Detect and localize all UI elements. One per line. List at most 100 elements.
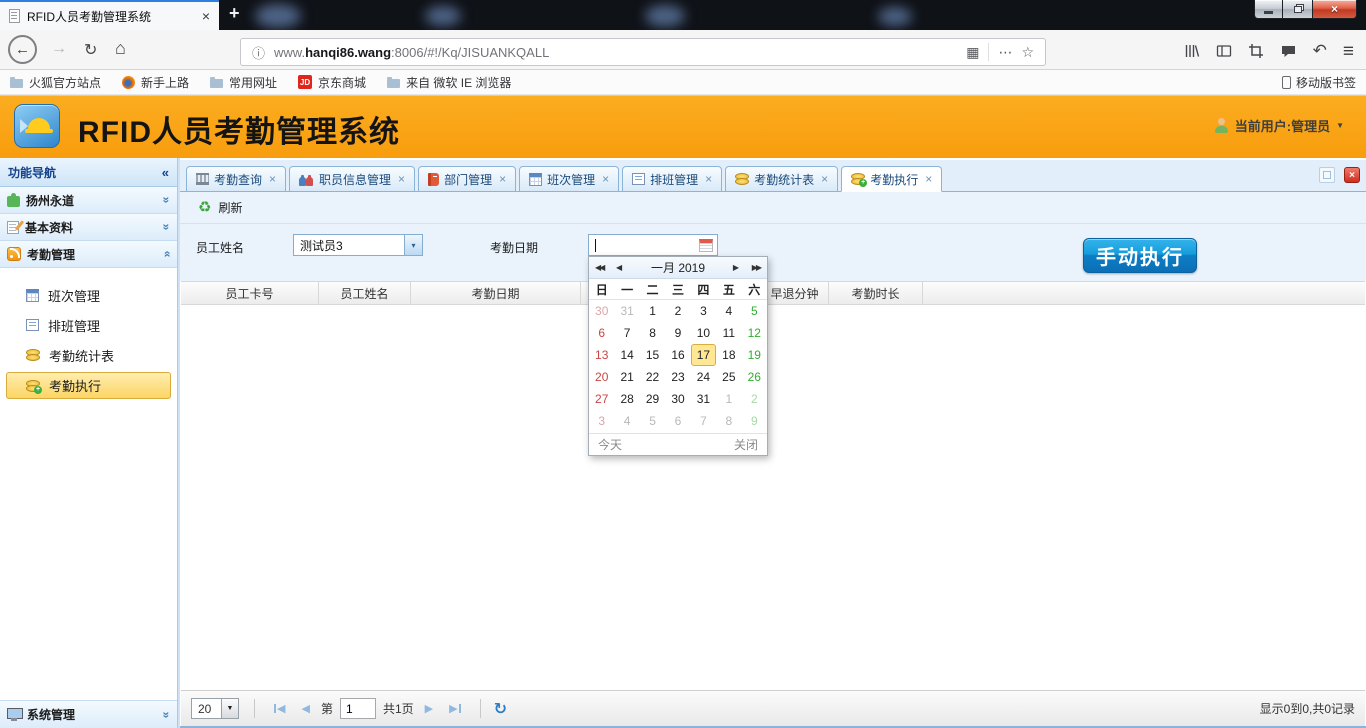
attendance-date-input[interactable] xyxy=(588,234,718,256)
back-button[interactable]: ← xyxy=(8,35,37,64)
calendar-day[interactable]: 18 xyxy=(716,344,741,366)
close-panel-icon[interactable]: × xyxy=(1344,167,1360,183)
calendar-day[interactable]: 1 xyxy=(716,388,741,410)
window-close-button[interactable]: × xyxy=(1312,0,1357,19)
calendar-day[interactable]: 7 xyxy=(691,410,716,432)
window-minimize-button[interactable] xyxy=(1254,0,1283,19)
calendar-day[interactable]: 4 xyxy=(614,410,639,432)
tab-attendance-query[interactable]: 考勤查询 × xyxy=(186,166,286,192)
calendar-day[interactable]: 14 xyxy=(614,344,639,366)
maximize-panel-icon[interactable] xyxy=(1319,167,1335,183)
hamburger-menu-icon[interactable]: ≡ xyxy=(1343,42,1354,61)
tab-close-icon[interactable]: × xyxy=(269,172,276,186)
calendar-day[interactable]: 30 xyxy=(589,300,614,322)
bookmark-item[interactable]: 新手上路 xyxy=(122,74,189,91)
tab-schedule-management[interactable]: 排班管理 × xyxy=(622,166,722,192)
chevron-down-icon[interactable]: ▾ xyxy=(404,235,422,255)
site-info-icon[interactable]: ⓘ xyxy=(252,43,265,62)
sidebar-group-attendance[interactable]: 考勤管理 » xyxy=(0,241,177,268)
tab-close-icon[interactable]: × xyxy=(398,172,405,186)
next-page-button[interactable]: ▶ xyxy=(425,702,433,715)
bookmark-star-icon[interactable]: ☆ xyxy=(1021,44,1034,61)
new-tab-button[interactable]: + xyxy=(229,3,240,24)
calendar-day[interactable]: 23 xyxy=(665,366,690,388)
library-icon[interactable] xyxy=(1184,43,1200,59)
calendar-day[interactable]: 15 xyxy=(640,344,665,366)
calendar-day[interactable]: 3 xyxy=(589,410,614,432)
calendar-day[interactable]: 11 xyxy=(716,322,741,344)
collapse-sidebar-icon[interactable]: « xyxy=(162,165,169,180)
calendar-day[interactable]: 6 xyxy=(665,410,690,432)
sidebar-item-attendance-execute[interactable]: + 考勤执行 xyxy=(6,372,171,399)
home-button[interactable]: ⌂ xyxy=(115,38,126,59)
forward-button[interactable]: → xyxy=(51,40,67,58)
calendar-month-title[interactable]: 一月 2019 xyxy=(651,259,705,276)
column-header-attendance-duration[interactable]: 考勤时长 xyxy=(829,282,923,304)
calendar-day[interactable]: 9 xyxy=(742,410,767,432)
tab-shift-management[interactable]: 班次管理 × xyxy=(519,166,619,192)
next-year-button[interactable]: ▶▶ xyxy=(752,264,760,272)
calendar-day[interactable]: 2 xyxy=(665,300,690,322)
sidebar-group-system[interactable]: 系统管理 » xyxy=(0,700,177,728)
chat-icon[interactable] xyxy=(1280,43,1297,59)
sidebar-item-attendance-statistics[interactable]: 考勤统计表 xyxy=(0,340,177,370)
bookmark-item[interactable]: 常用网址 xyxy=(210,74,277,91)
calendar-day[interactable]: 25 xyxy=(716,366,741,388)
calendar-today-button[interactable]: 今天 xyxy=(598,436,622,453)
browser-tab[interactable]: RFID人员考勤管理系统 × xyxy=(0,0,219,30)
calendar-day[interactable]: 31 xyxy=(614,300,639,322)
calendar-day[interactable]: 20 xyxy=(589,366,614,388)
calendar-day[interactable]: 30 xyxy=(665,388,690,410)
tab-close-icon[interactable]: × xyxy=(705,172,712,186)
calendar-day[interactable]: 13 xyxy=(589,344,614,366)
column-header-employee-name[interactable]: 员工姓名 xyxy=(319,282,411,304)
reload-button[interactable]: ↻ xyxy=(84,40,97,60)
column-header-early-leave-minutes[interactable]: 早退分钟 xyxy=(761,282,829,304)
calendar-day[interactable]: 24 xyxy=(691,366,716,388)
calendar-day[interactable]: 5 xyxy=(640,410,665,432)
calendar-day[interactable]: 8 xyxy=(716,410,741,432)
sidebar-item-schedule-management[interactable]: 排班管理 xyxy=(0,310,177,340)
tab-attendance-execute[interactable]: + 考勤执行 × xyxy=(841,166,942,192)
window-restore-button[interactable] xyxy=(1283,0,1312,19)
calendar-day[interactable]: 16 xyxy=(665,344,690,366)
tab-close-icon[interactable]: × xyxy=(499,172,506,186)
url-bar[interactable]: ⓘ www.hanqi86.wang:8006/#!/Kq/JISUANKQAL… xyxy=(240,38,1046,66)
sidebar-toggle-icon[interactable] xyxy=(1216,43,1232,59)
calendar-day[interactable]: 1 xyxy=(640,300,665,322)
calendar-day[interactable]: 28 xyxy=(614,388,639,410)
calendar-day[interactable]: 10 xyxy=(691,322,716,344)
employee-select[interactable]: 测试员3 ▾ xyxy=(293,234,423,256)
bookmark-item[interactable]: JD京东商城 xyxy=(298,74,366,91)
calendar-day[interactable]: 21 xyxy=(614,366,639,388)
calendar-day[interactable]: 17 xyxy=(691,344,716,366)
page-size-select[interactable]: 20 ▼ xyxy=(191,698,239,719)
tab-close-icon[interactable]: × xyxy=(925,172,932,186)
column-header-card-number[interactable]: 员工卡号 xyxy=(181,282,319,304)
calendar-day[interactable]: 22 xyxy=(640,366,665,388)
mobile-bookmarks[interactable]: 移动版书签 xyxy=(1282,74,1356,91)
previous-year-button[interactable]: ◀◀ xyxy=(595,264,603,272)
calendar-day[interactable]: 19 xyxy=(742,344,767,366)
calendar-day[interactable]: 9 xyxy=(665,322,690,344)
page-number-input[interactable] xyxy=(340,698,376,719)
tab-close-icon[interactable]: × xyxy=(602,172,609,186)
calendar-day[interactable]: 3 xyxy=(691,300,716,322)
sidebar-group-basic-data[interactable]: 基本资料 » xyxy=(0,214,177,241)
bookmark-item[interactable]: 来自 微软 IE 浏览器 xyxy=(387,74,511,91)
calendar-day[interactable]: 31 xyxy=(691,388,716,410)
calendar-picker-icon[interactable] xyxy=(699,239,713,252)
calendar-day[interactable]: 2 xyxy=(742,388,767,410)
tab-attendance-statistics[interactable]: 考勤统计表 × xyxy=(725,166,838,192)
calendar-day[interactable]: 8 xyxy=(640,322,665,344)
calendar-day[interactable]: 27 xyxy=(589,388,614,410)
calendar-day[interactable]: 5 xyxy=(742,300,767,322)
tab-close-icon[interactable]: × xyxy=(821,172,828,186)
previous-month-button[interactable]: ◀ xyxy=(616,264,620,272)
first-page-button[interactable]: ◀ xyxy=(274,702,285,715)
current-user-menu[interactable]: 当前用户:管理员 ▼ xyxy=(1214,116,1344,135)
calendar-close-button[interactable]: 关闭 xyxy=(734,436,758,453)
manual-execute-button[interactable]: 手动执行 xyxy=(1083,238,1197,273)
chevron-down-icon[interactable]: ▼ xyxy=(222,698,239,719)
previous-page-button[interactable]: ◀ xyxy=(301,702,309,715)
